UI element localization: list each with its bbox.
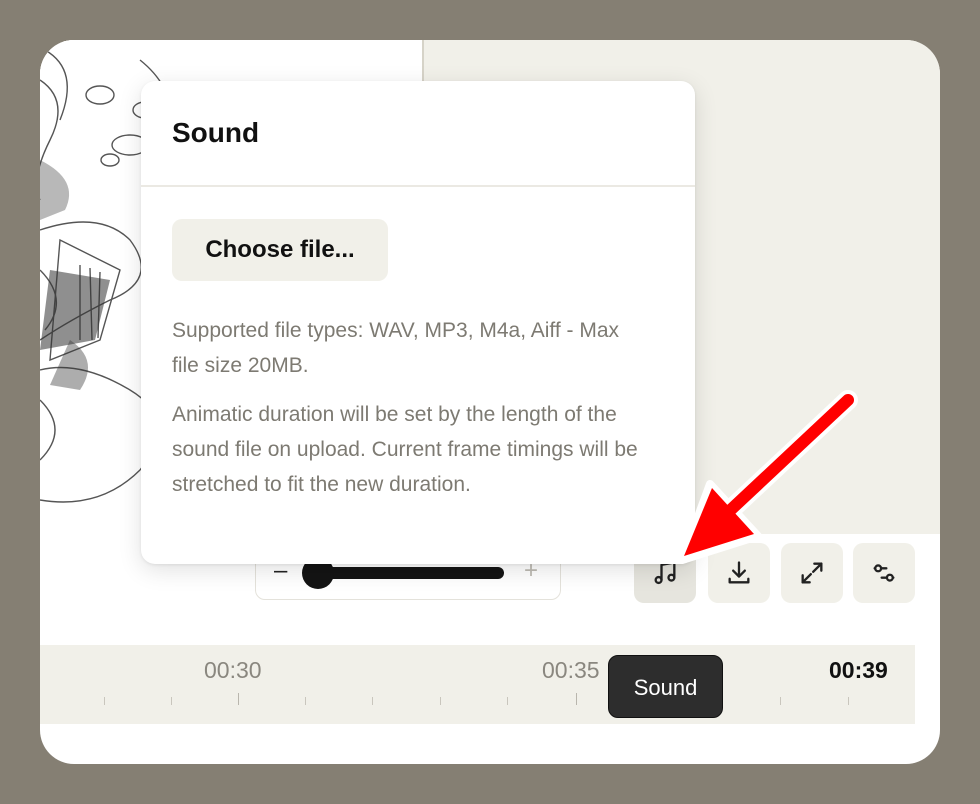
timeline-label: 00:30 <box>204 657 262 683</box>
timeline-tick <box>104 697 105 705</box>
timeline-tick <box>848 697 849 705</box>
timeline-tick <box>780 697 781 705</box>
zoom-track[interactable] <box>306 567 504 579</box>
timeline-tick <box>576 693 577 705</box>
sound-popover: Sound Choose file... Supported file type… <box>141 81 695 564</box>
popover-divider <box>141 185 695 187</box>
timeline-end-label: 00:39 <box>829 657 888 683</box>
choose-file-button[interactable]: Choose file... <box>172 219 388 281</box>
timeline-tick <box>238 693 239 705</box>
annotation-arrow-icon <box>678 390 858 564</box>
timeline-tick <box>507 697 508 705</box>
popover-title: Sound <box>172 117 260 148</box>
timeline-tick <box>440 697 441 705</box>
sliders-icon <box>873 564 895 582</box>
timeline-tick <box>305 697 306 705</box>
timeline-tick <box>171 697 172 705</box>
supported-types-text: Supported file types: WAV, MP3, M4a, Aif… <box>172 319 620 377</box>
duration-note-text: Animatic duration will be set by the len… <box>172 403 638 496</box>
timeline-tick <box>372 697 373 705</box>
sound-tooltip: Sound <box>608 655 723 718</box>
timeline-label: 00:35 <box>542 657 600 683</box>
timeline[interactable]: 00:30 00:35 00:39 <box>40 645 915 724</box>
